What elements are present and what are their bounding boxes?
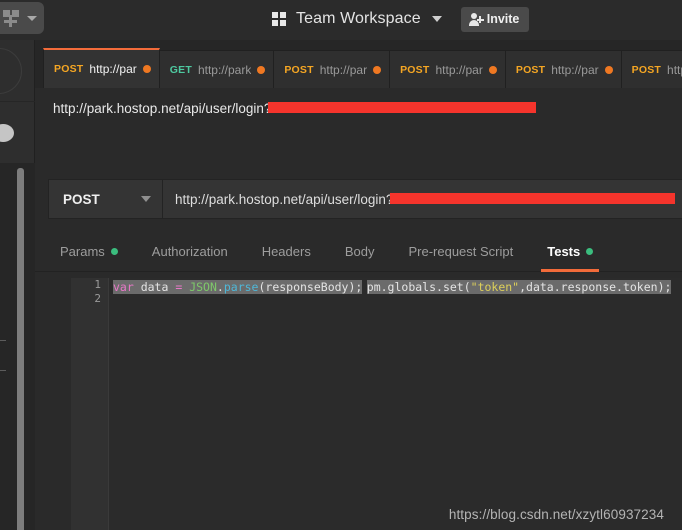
tab-body[interactable]: Body bbox=[328, 232, 392, 272]
line-number: 1 bbox=[94, 278, 101, 291]
token-class: JSON bbox=[189, 280, 217, 294]
tab-label: Headers bbox=[261, 244, 311, 259]
request-url-text: http://park.hostop.net/api/user/login? bbox=[53, 100, 272, 116]
tab-label: Tests bbox=[547, 244, 581, 259]
request-tab[interactable]: POST http://par bbox=[389, 50, 506, 88]
http-method-label: POST bbox=[63, 191, 100, 207]
new-tab-button[interactable] bbox=[0, 2, 44, 34]
tab-authorization[interactable]: Authorization bbox=[135, 232, 245, 272]
chevron-down-icon[interactable] bbox=[431, 16, 442, 22]
tab-url-label: http://park bbox=[197, 62, 252, 77]
tab-url-label: http://par bbox=[89, 62, 137, 76]
token-keyword: var bbox=[113, 280, 134, 294]
sidebar-avatar-outline bbox=[0, 48, 22, 94]
tab-url-label: http://par bbox=[435, 62, 483, 77]
watermark-text: https://blog.csdn.net/xzytl60937234 bbox=[448, 507, 664, 522]
request-bar: POST http://park.hostop.net/api/user/log… bbox=[48, 179, 682, 219]
unsaved-dot-icon bbox=[604, 65, 613, 74]
app-header: Team Workspace Invite bbox=[0, 0, 682, 40]
tab-label: Pre-request Script bbox=[408, 244, 514, 259]
request-tab[interactable]: POST http://par bbox=[273, 50, 391, 88]
code-line-2[interactable]: pm.globals.set("token",data.response.tok… bbox=[366, 280, 672, 294]
collapse-handle[interactable] bbox=[0, 124, 14, 142]
http-method-select[interactable]: POST bbox=[49, 180, 163, 218]
has-content-dot-icon bbox=[110, 248, 118, 255]
grid-icon bbox=[272, 11, 287, 27]
invite-button[interactable]: Invite bbox=[460, 6, 530, 32]
editor-gutter: 1 2 bbox=[71, 278, 109, 530]
line-number: 2 bbox=[94, 292, 101, 305]
unsaved-dot-icon bbox=[373, 65, 382, 74]
active-tab-underline bbox=[541, 268, 600, 272]
workspace-selector[interactable]: Team Workspace Invite bbox=[272, 4, 530, 34]
request-tab[interactable]: POST http://par bbox=[43, 48, 160, 88]
request-tab[interactable]: POST http:// bbox=[620, 50, 682, 88]
token-args: ,data.response.token); bbox=[519, 280, 672, 294]
new-window-icon bbox=[3, 10, 21, 27]
tab-url-label: http://par bbox=[319, 62, 368, 77]
request-url-value: http://park.hostop.net/api/user/login? bbox=[175, 191, 394, 207]
unsaved-dot-icon bbox=[257, 65, 266, 74]
redaction-bar bbox=[268, 101, 537, 113]
chevron-down-icon[interactable] bbox=[141, 196, 151, 202]
postman-window: Team Workspace Invite POST http://par GE… bbox=[0, 0, 682, 530]
sidebar-section-top bbox=[0, 40, 35, 102]
tab-method-label: POST bbox=[284, 63, 314, 76]
main-panel: POST http://par GET http://park POST htt… bbox=[35, 40, 682, 530]
token-identifier: data bbox=[133, 280, 176, 294]
tab-label: Body bbox=[344, 244, 375, 259]
tab-url-label: http:// bbox=[667, 62, 682, 77]
request-title-url: http://park.hostop.net/api/user/login? bbox=[35, 88, 682, 128]
tab-method-label: POST bbox=[54, 63, 84, 75]
tab-tests[interactable]: Tests bbox=[530, 232, 610, 272]
tab-label: Authorization bbox=[151, 244, 228, 259]
request-url-input[interactable]: http://park.hostop.net/api/user/login? bbox=[163, 180, 682, 218]
invite-button-label: Invite bbox=[486, 12, 520, 26]
tab-method-label: POST bbox=[631, 63, 662, 76]
has-content-dot-icon bbox=[586, 248, 594, 255]
token-string: "token" bbox=[470, 280, 520, 294]
request-section-tabs: Params Authorization Headers Body Pre-re… bbox=[35, 232, 682, 272]
request-tab-strip: POST http://par GET http://park POST htt… bbox=[35, 40, 682, 88]
tab-pre-request-script[interactable]: Pre-request Script bbox=[391, 232, 530, 272]
tab-method-label: POST bbox=[400, 63, 430, 76]
token-function: parse bbox=[223, 280, 259, 294]
editor-code-area[interactable]: var data = JSON.parse(responseBody); pm.… bbox=[109, 278, 682, 530]
token-args: (responseBody); bbox=[258, 280, 363, 294]
workspace-name: Team Workspace bbox=[296, 10, 421, 27]
vertical-scrollbar-thumb[interactable] bbox=[17, 168, 24, 530]
tests-script-editor[interactable]: 1 2 var data = JSON.parse(responseBody);… bbox=[71, 278, 682, 530]
chevron-down-icon[interactable] bbox=[27, 15, 37, 21]
person-add-icon bbox=[468, 12, 484, 26]
request-tab[interactable]: GET http://park bbox=[158, 50, 275, 88]
tab-method-label: POST bbox=[515, 63, 546, 76]
request-tab[interactable]: POST http://par bbox=[504, 50, 622, 88]
tab-headers[interactable]: Headers bbox=[245, 232, 328, 272]
redaction-bar bbox=[390, 192, 676, 204]
tab-url-label: http://par bbox=[551, 62, 599, 77]
code-line-1[interactable]: var data = JSON.parse(responseBody); bbox=[113, 280, 363, 294]
tab-method-label: GET bbox=[169, 63, 192, 76]
token-object-call: pm.globals.set( bbox=[366, 280, 471, 294]
sidebar-section-collapse bbox=[0, 102, 35, 164]
tab-params[interactable]: Params bbox=[43, 232, 135, 272]
unsaved-dot-icon bbox=[488, 65, 497, 74]
tab-label: Params bbox=[60, 244, 105, 259]
left-sidebar bbox=[0, 40, 35, 530]
token-dot: . bbox=[216, 280, 224, 294]
unsaved-dot-icon bbox=[142, 65, 151, 73]
